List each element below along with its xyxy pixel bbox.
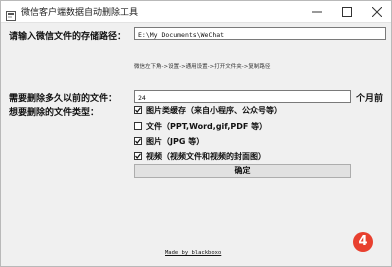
checkbox-row-videos[interactable]: 视频（视频文件和视频的封面图）: [134, 150, 266, 162]
checkbox-videos[interactable]: [134, 152, 142, 160]
checkbox-images[interactable]: [134, 137, 142, 145]
credit-link[interactable]: Made by blackboxo: [165, 250, 221, 256]
confirm-button[interactable]: 确定: [134, 164, 351, 178]
maximize-button[interactable]: [332, 1, 362, 22]
checkbox-row-images[interactable]: 图片（JPG 等）: [134, 135, 204, 147]
checkmark-icon: [135, 138, 141, 144]
title-bar[interactable]: 微信客户端数据自动删除工具: [1, 1, 391, 23]
path-label: 请输入微信文件的存储路径：: [9, 32, 127, 42]
path-input[interactable]: E:\My Documents\WeChat: [134, 27, 386, 40]
checkbox-label: 图片类缓存（来自小程序、公众号等）: [146, 105, 282, 115]
window-title: 微信客户端数据自动删除工具: [21, 8, 139, 18]
maximize-icon: [342, 6, 352, 17]
step-number-badge: 4: [353, 232, 373, 252]
checkbox-row-image-cache[interactable]: 图片类缓存（来自小程序、公众号等）: [134, 104, 282, 116]
checkbox-label: 视频（视频文件和视频的封面图）: [146, 151, 266, 161]
minimize-button[interactable]: [302, 1, 332, 22]
checkbox-label: 文件（PPT,Word,gif,PDF 等）: [146, 121, 268, 131]
days-label: 需要删除多久以前的文件：: [9, 94, 118, 104]
minimize-icon: [312, 11, 322, 12]
app-window: 微信客户端数据自动删除工具 请输入微信文件的存储路径： E:\My Docume…: [0, 0, 392, 267]
path-hint: 微信左下角->设置->通用设置->打开文件夹->复制路径: [134, 64, 271, 70]
days-input[interactable]: 24: [134, 90, 351, 103]
days-unit: 个月前: [356, 94, 384, 104]
close-button[interactable]: [362, 1, 391, 22]
checkbox-image-cache[interactable]: [134, 106, 142, 114]
app-icon: [6, 6, 16, 21]
checkmark-icon: [135, 107, 141, 113]
checkbox-label: 图片（JPG 等）: [146, 136, 205, 146]
checkbox-row-documents[interactable]: 文件（PPT,Word,gif,PDF 等）: [134, 120, 267, 132]
close-icon: [372, 6, 382, 17]
checkmark-icon: [135, 153, 141, 159]
file-types-label: 想要删除的文件类型：: [9, 108, 100, 118]
checkbox-documents[interactable]: [134, 122, 142, 130]
